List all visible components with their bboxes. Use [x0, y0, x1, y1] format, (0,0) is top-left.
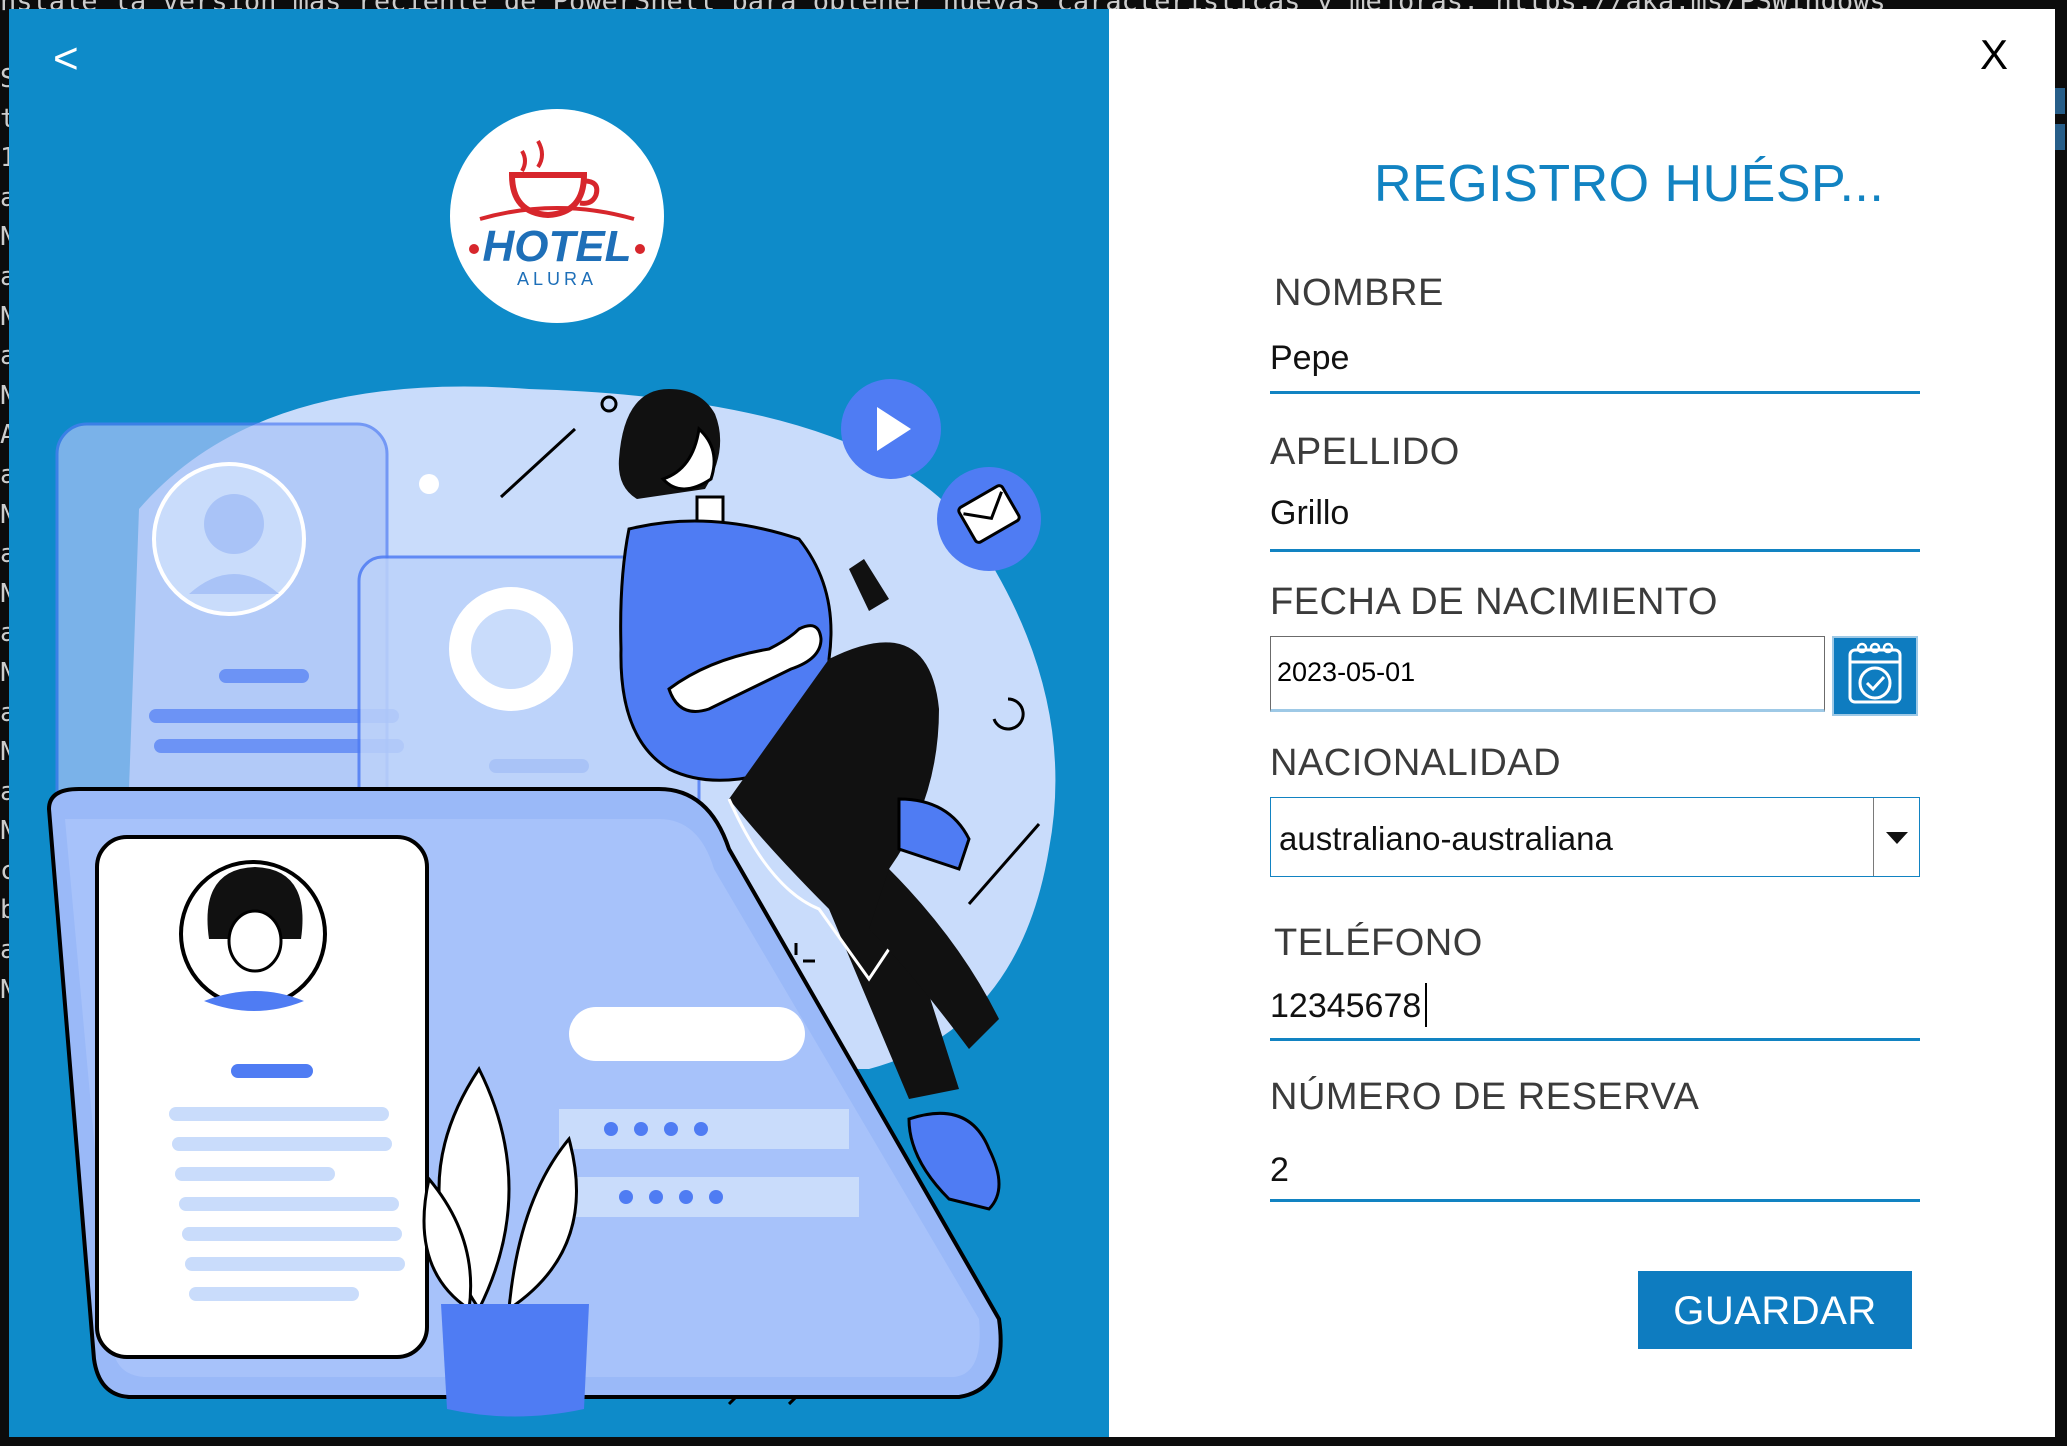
logo-text: HOTEL: [482, 222, 631, 271]
terminal-gutter-char: N: [0, 301, 9, 332]
page-title: REGISTRO HUÉSP...: [1374, 155, 1885, 213]
terminal-gutter-char: a: [0, 459, 9, 490]
close-button[interactable]: X: [1969, 25, 2019, 85]
illustration-panel: < HOTEL ALURA: [9, 9, 1109, 1437]
telefono-field[interactable]: 12345678: [1270, 987, 1421, 1026]
telefono-underline: [1270, 1038, 1920, 1041]
terminal-gutter-char: N: [0, 499, 9, 530]
terminal-gutter-char: a: [0, 776, 9, 807]
terminal-gutter-char: N: [0, 737, 9, 768]
play-icon: [841, 379, 941, 479]
nacionalidad-label: NACIONALIDAD: [1270, 742, 1562, 784]
text-cursor: [1425, 983, 1427, 1027]
calendar-button[interactable]: [1832, 636, 1918, 716]
apellido-underline: [1270, 549, 1920, 552]
nombre-label: NOMBRE: [1274, 272, 1444, 314]
terminal-gutter-char: N: [0, 578, 9, 609]
terminal-gutter-char: a: [0, 341, 9, 372]
nombre-underline: [1270, 391, 1920, 394]
terminal-gutter-char: t: [0, 103, 9, 134]
guardar-button[interactable]: GUARDAR: [1638, 1271, 1912, 1349]
fecha-nacimiento-field[interactable]: 2023-05-01: [1270, 636, 1825, 712]
nombre-field[interactable]: Pepe: [1270, 339, 1349, 378]
nacionalidad-select[interactable]: australiano-australiana: [1270, 797, 1920, 877]
hotel-logo: HOTEL ALURA: [450, 109, 664, 323]
terminal-gutter-char: a: [0, 935, 9, 966]
terminal-gutter-char: S: [0, 64, 9, 94]
logo-subtext: ALURA: [517, 269, 597, 289]
terminal-gutter-char: 1: [0, 143, 9, 174]
reserva-underline: [1270, 1199, 1920, 1202]
guest-illustration: [46, 379, 1056, 1417]
reserva-label: NÚMERO DE RESERVA: [1270, 1076, 1700, 1118]
terminal-gutter-char: N: [0, 657, 9, 688]
terminal-gutter-char: a: [0, 182, 9, 213]
terminal-gutter-char: N: [0, 974, 9, 1005]
telefono-label: TELÉFONO: [1274, 922, 1483, 964]
numero-reserva-field[interactable]: 2: [1270, 1151, 1289, 1190]
calendar-icon: [1848, 642, 1902, 704]
terminal-gutter: St1aNaNaNAaNaNaNaNaNcbaN: [0, 60, 9, 1010]
terminal-gutter-char: N: [0, 816, 9, 847]
mail-icon: [937, 467, 1041, 571]
nacionalidad-value: australiano-australiana: [1279, 820, 1613, 857]
terminal-gutter-char: a: [0, 618, 9, 649]
terminal-gutter-char: A: [0, 420, 9, 451]
fecha-label: FECHA DE NACIMIENTO: [1270, 581, 1718, 623]
terminal-gutter-char: c: [0, 855, 9, 886]
apellido-field[interactable]: Grillo: [1270, 494, 1349, 533]
back-button[interactable]: <: [53, 29, 103, 89]
registration-window: < HOTEL ALURA X REGISTRO HUÉSP... NOMBRE…: [9, 9, 2055, 1437]
terminal-gutter-char: a: [0, 261, 9, 292]
terminal-right-edge: [2055, 60, 2067, 960]
terminal-gutter-char: a: [0, 539, 9, 570]
terminal-gutter-char: b: [0, 895, 9, 926]
terminal-gutter-char: N: [0, 222, 9, 253]
apellido-label: APELLIDO: [1270, 431, 1460, 473]
terminal-gutter-char: a: [0, 697, 9, 728]
dropdown-arrow-icon[interactable]: [1873, 798, 1919, 876]
terminal-gutter-char: N: [0, 380, 9, 411]
